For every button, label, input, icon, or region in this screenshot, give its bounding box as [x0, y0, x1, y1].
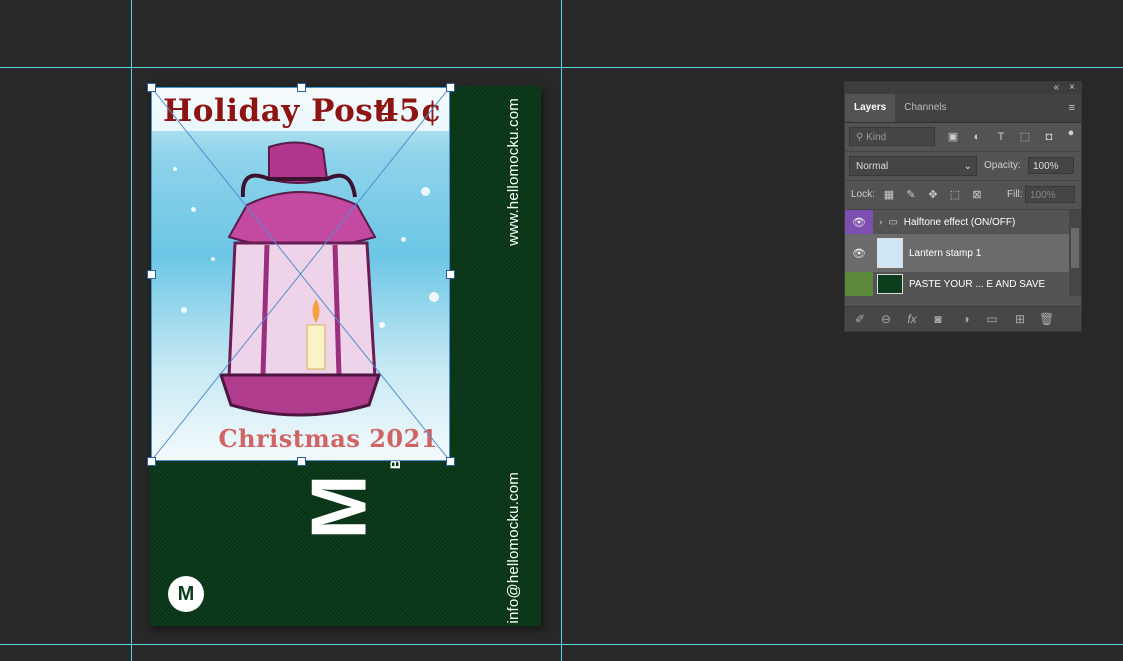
tab-channels[interactable]: Channels: [895, 94, 955, 122]
layer-thumbnail: [877, 238, 903, 268]
card-email-text: info@hellomocku.com: [505, 472, 522, 624]
panel-menu-icon[interactable]: ≡: [1069, 102, 1075, 114]
add-mask-icon[interactable]: ◙: [931, 312, 945, 326]
layers-panel: « × Layers Channels ≡ ⚲ Kind ▣ ◐ T ⬚ ◘ ●…: [844, 81, 1082, 332]
chevron-down-icon: ⌄: [963, 161, 972, 172]
lock-label: Lock:: [851, 189, 875, 200]
layer-row[interactable]: 👁 Lantern stamp 1: [845, 234, 1081, 272]
brush-icon[interactable]: ✐: [853, 312, 867, 326]
opacity-label: Opacity:: [984, 160, 1021, 171]
scrollbar-thumb[interactable]: [1071, 228, 1079, 268]
lock-row: Lock: ▦ ✎ ✥ ⬚ ⊠ Fill: 100%: [845, 181, 1081, 210]
layer-row[interactable]: 👁 › ▭ Halftone effect (ON/OFF): [845, 210, 1081, 234]
image-filter-icon[interactable]: ▣: [947, 131, 959, 143]
card-logo-icon: M: [168, 576, 204, 612]
close-panel-icon[interactable]: ×: [1069, 82, 1075, 94]
layer-thumbnail: [877, 274, 903, 294]
blend-row: Normal ⌄ Opacity: 100%: [845, 152, 1081, 181]
transform-handle-bottom-left[interactable]: [147, 457, 156, 466]
lock-artboard-icon[interactable]: ⬚: [949, 189, 961, 201]
collapse-panel-icon[interactable]: «: [1053, 82, 1059, 94]
visibility-eye-icon[interactable]: 👁: [845, 210, 873, 234]
new-layer-icon[interactable]: ⊞: [1013, 312, 1027, 326]
filter-toggle-icon[interactable]: ●: [1065, 127, 1077, 139]
fill-label: Fill:: [1007, 189, 1023, 200]
vertical-guide[interactable]: [561, 0, 562, 661]
lock-position-icon[interactable]: ✥: [927, 189, 939, 201]
lock-all-icon[interactable]: ⊠: [971, 189, 983, 201]
blend-mode-select[interactable]: Normal ⌄: [849, 156, 977, 176]
vertical-guide[interactable]: [131, 0, 132, 661]
transform-handle-right[interactable]: [446, 270, 455, 279]
transform-handle-top-right[interactable]: [446, 83, 455, 92]
folder-icon: ▭: [888, 216, 898, 228]
layer-row[interactable]: PASTE YOUR ... E AND SAVE: [845, 272, 1081, 296]
expand-chevron-icon[interactable]: ›: [879, 217, 882, 228]
transform-handle-top[interactable]: [297, 83, 306, 92]
visibility-eye-icon[interactable]: [845, 272, 873, 296]
horizontal-guide[interactable]: [0, 644, 1123, 645]
adjustment-layer-icon[interactable]: ◑: [959, 312, 973, 326]
layer-name: PASTE YOUR ... E AND SAVE: [909, 278, 1046, 290]
type-filter-icon[interactable]: T: [995, 131, 1007, 143]
transform-handle-top-left[interactable]: [147, 83, 156, 92]
lock-pixels-icon[interactable]: ✎: [905, 189, 917, 201]
stamp-footer-text: Christmas 2021: [218, 424, 438, 453]
layer-name: Halftone effect (ON/OFF): [903, 216, 1016, 228]
adjustment-filter-icon[interactable]: ◐: [971, 131, 983, 143]
layers-list: 👁 › ▭ Halftone effect (ON/OFF) 👁 Lantern…: [845, 210, 1081, 296]
panel-title-bar[interactable]: « ×: [845, 82, 1081, 94]
transform-handle-bottom[interactable]: [297, 457, 306, 466]
fx-icon[interactable]: fx: [905, 312, 919, 326]
panel-tabs: Layers Channels ≡: [845, 94, 1081, 123]
kind-filter-select[interactable]: ⚲ Kind: [849, 127, 935, 146]
link-layers-icon[interactable]: ⊖: [879, 312, 893, 326]
visibility-eye-icon[interactable]: 👁: [845, 234, 873, 272]
transform-handle-left[interactable]: [147, 270, 156, 279]
tab-layers[interactable]: Layers: [845, 94, 896, 122]
lock-transparency-icon[interactable]: ▦: [883, 189, 895, 201]
transform-handle-bottom-right[interactable]: [446, 457, 455, 466]
search-icon: ⚲: [856, 132, 867, 143]
smart-object-filter-icon[interactable]: ◘: [1043, 131, 1055, 143]
holiday-stamp[interactable]: Holiday Post 45¢ Christmas 2021: [151, 87, 450, 461]
card-big-letter: M: [294, 474, 383, 540]
delete-layer-icon[interactable]: 🗑: [1039, 312, 1054, 326]
lantern-illustration: [218, 141, 382, 417]
fill-input[interactable]: 100%: [1025, 186, 1075, 203]
filter-row: ⚲ Kind ▣ ◐ T ⬚ ◘ ●: [845, 123, 1081, 152]
new-group-icon[interactable]: ▭: [985, 312, 999, 326]
horizontal-guide[interactable]: [0, 67, 1123, 68]
layers-scrollbar[interactable]: [1069, 210, 1081, 296]
layers-bottom-toolbar: ✐ ⊖ fx ◙ ◑ ▭ ⊞ 🗑: [845, 306, 1081, 331]
layer-name: Lantern stamp 1: [909, 247, 982, 259]
shape-filter-icon[interactable]: ⬚: [1019, 131, 1031, 143]
card-website-text: www.hellomocku.com: [505, 98, 522, 246]
opacity-input[interactable]: 100%: [1028, 157, 1074, 174]
